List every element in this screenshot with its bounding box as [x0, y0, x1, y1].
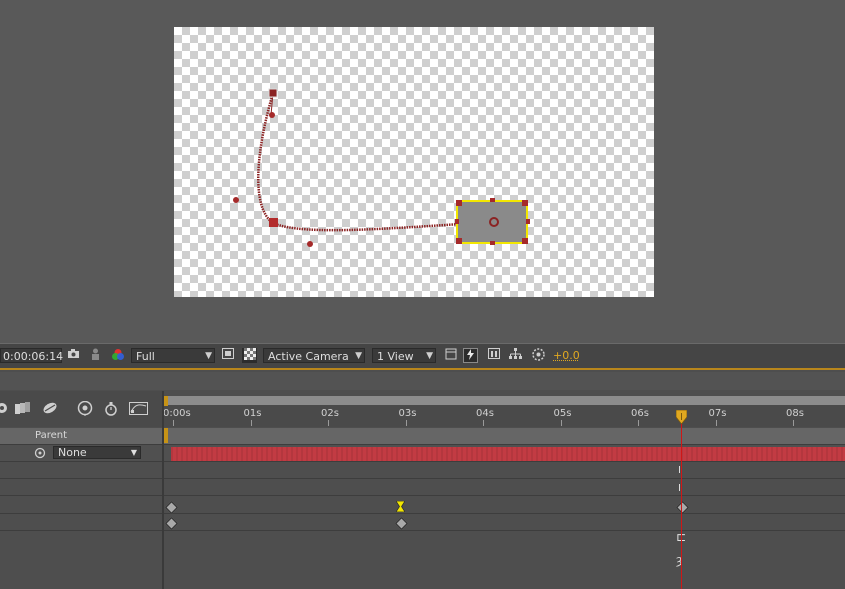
- ruler-tick-mark: [405, 420, 407, 426]
- layer-handle: [455, 219, 459, 224]
- resolution-value: Full: [136, 350, 155, 363]
- ruler-tick-mark: [793, 420, 794, 426]
- current-time-indicator-head[interactable]: [675, 409, 688, 427]
- ruler-tick-mark: [173, 420, 174, 426]
- current-time-display[interactable]: 0:00:06:14: [0, 348, 63, 363]
- toggle-pixel-aspect-icon[interactable]: [443, 348, 458, 363]
- camera-dropdown[interactable]: Active Camera ▼: [263, 348, 365, 363]
- ruler-tick-label: 07s: [708, 408, 727, 419]
- chevron-down-icon: ▼: [355, 351, 362, 361]
- exposure-value[interactable]: +0.0: [553, 349, 580, 362]
- graph-editor-icon[interactable]: [129, 402, 148, 418]
- ruler-tick-label: 08s: [786, 408, 804, 419]
- show-snapshot-person-icon[interactable]: [88, 348, 103, 363]
- work-area-bar[interactable]: [166, 396, 845, 405]
- ruler-tick-label: 02s: [321, 408, 339, 419]
- brainstorm-icon[interactable]: [76, 400, 94, 419]
- layer-handle: [456, 200, 462, 206]
- ruler-tick-label: 0:00s: [163, 408, 191, 419]
- tangent-handle: [307, 241, 313, 247]
- chevron-down-icon: ▼: [130, 448, 137, 457]
- keyframe-point-middle: [269, 218, 278, 227]
- parent-column-header: Parent: [35, 430, 68, 441]
- stopwatch-icon[interactable]: [104, 401, 118, 419]
- parent-dropdown[interactable]: None ▼: [53, 446, 141, 459]
- ruler-tick-label: 01s: [243, 408, 262, 419]
- motion-blur-icon[interactable]: [42, 402, 58, 417]
- frame-blending-icon[interactable]: [15, 402, 31, 417]
- keyframe-point-start: [268, 88, 278, 98]
- work-area-marker: [164, 428, 168, 443]
- ruler-tick-mark: [715, 420, 717, 426]
- viewer-toolbar: 0:00:06:14 Full ▼ Active Camera ▼ 1 View…: [0, 343, 845, 368]
- layer-handle: [522, 238, 528, 244]
- timeline-tab-strip: [0, 372, 845, 390]
- panel-column-divider[interactable]: [162, 391, 164, 589]
- property-row: [0, 462, 845, 479]
- view-layout-value: 1 View: [377, 350, 414, 363]
- chevron-down-icon: ▼: [426, 351, 433, 361]
- tangent-handle: [233, 197, 239, 203]
- camera-value: Active Camera: [268, 350, 349, 363]
- shy-layers-icon[interactable]: [0, 402, 8, 417]
- snapshot-camera-icon[interactable]: [66, 348, 81, 363]
- keyframe-easy-ease[interactable]: [395, 500, 406, 515]
- layer-duration-bar[interactable]: [171, 447, 845, 461]
- ruler-tick-mark: [328, 420, 329, 426]
- ruler-tick-label: 05s: [553, 408, 572, 419]
- ruler-tick-mark: [638, 420, 639, 426]
- timeline-switches-row: [0, 391, 163, 427]
- chevron-down-icon: ▼: [205, 351, 212, 361]
- ruler-tick-mark: [250, 420, 252, 426]
- selected-layer: [456, 200, 528, 244]
- ruler-tick-label: 03s: [398, 408, 417, 419]
- timeline-toggle-icon[interactable]: [486, 348, 501, 363]
- property-row-rotation: [0, 514, 845, 531]
- flowchart-icon[interactable]: [508, 348, 523, 363]
- pickwhip-icon[interactable]: [34, 447, 46, 462]
- time-ruler[interactable]: 0:00s 01s 02s 03s 04s 05s 06s 07s 08s: [163, 396, 845, 427]
- layer-handle: [490, 241, 495, 245]
- ruler-tick-mark: [483, 420, 484, 426]
- current-time-indicator-line[interactable]: [681, 410, 682, 589]
- reset-exposure-icon[interactable]: [531, 348, 546, 363]
- layer-handle: [456, 238, 462, 244]
- layer-handle: [522, 200, 528, 206]
- region-of-interest-icon[interactable]: [220, 348, 235, 363]
- property-row-position: [0, 497, 845, 514]
- layer-row[interactable]: None ▼: [0, 445, 845, 462]
- resolution-dropdown[interactable]: Full ▼: [131, 348, 215, 363]
- property-row: [0, 479, 845, 496]
- transparency-grid-icon[interactable]: [242, 348, 257, 363]
- column-header-row: Parent: [0, 428, 845, 445]
- ruler-tick-label: 04s: [476, 408, 494, 419]
- fast-previews-icon[interactable]: [463, 348, 478, 363]
- parent-value: None: [58, 446, 87, 459]
- ruler-tick-label: 06s: [631, 408, 649, 419]
- tangent-handle: [269, 112, 275, 118]
- view-layout-dropdown[interactable]: 1 View ▼: [372, 348, 436, 363]
- motion-path-overlay[interactable]: [174, 27, 654, 297]
- color-channels-icon[interactable]: [110, 348, 125, 363]
- layer-handle: [490, 198, 495, 202]
- layer-handle: [526, 219, 530, 224]
- ruler-tick-mark: [560, 420, 562, 426]
